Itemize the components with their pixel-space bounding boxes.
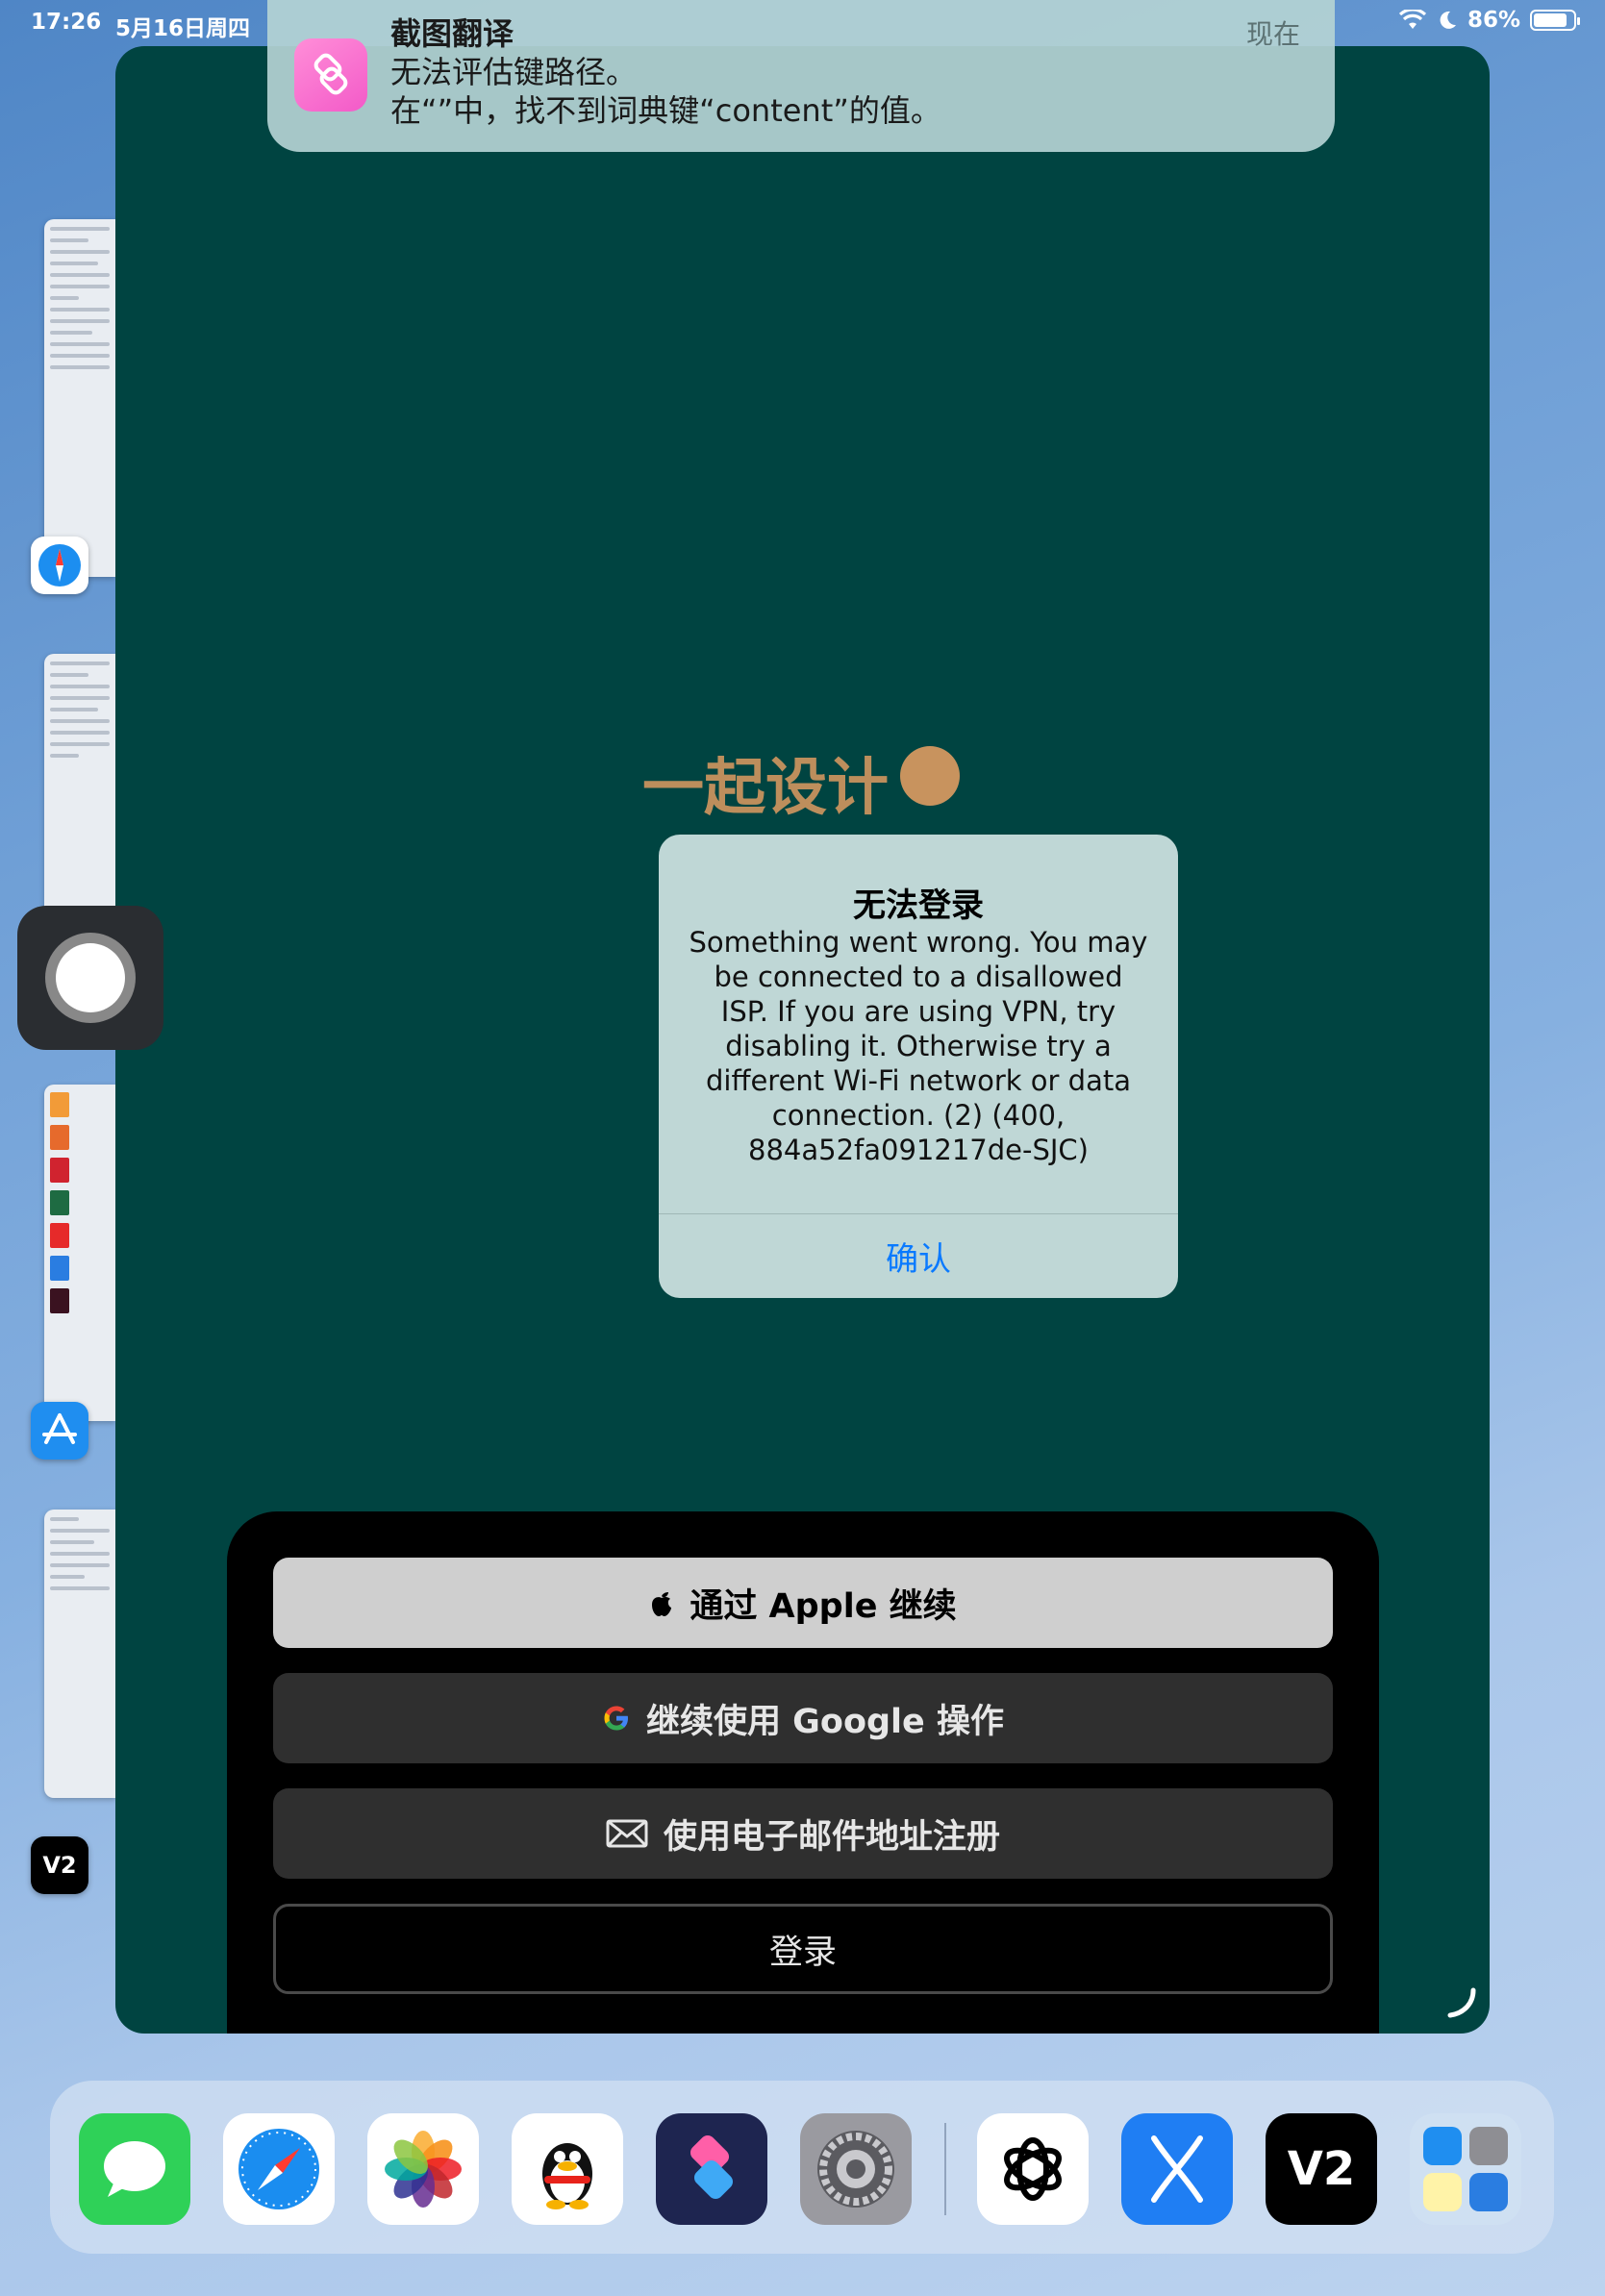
- photos-icon[interactable]: [367, 2113, 479, 2225]
- auth-sheet: 通过 Apple 继续 继续使用 Google 操作 使用电子邮件地址注册 登录: [227, 1511, 1379, 2034]
- continue-with-apple-button[interactable]: 通过 Apple 继续: [273, 1558, 1333, 1648]
- login-error-alert: 无法登录 Something went wrong. You may be co…: [659, 835, 1178, 1298]
- app-store-icon[interactable]: [31, 1402, 88, 1460]
- notification-line-2: 在“”中，找不到词典键“content”的值。: [390, 92, 941, 129]
- dock: V2: [50, 2081, 1554, 2254]
- mail-icon: [606, 1819, 648, 1848]
- recent-app-thumbnail-settings[interactable]: [44, 1510, 115, 1798]
- apple-button-label: 通过 Apple 继续: [690, 1586, 957, 1626]
- status-date: 5月16日周四: [115, 16, 251, 41]
- v2box-side-icon[interactable]: V2: [31, 1836, 88, 1894]
- notes-mini-icon: [1423, 2173, 1462, 2211]
- notification-banner[interactable]: 截图翻译 无法评估键路径。 在“”中，找不到词典键“content”的值。 现在: [267, 0, 1335, 152]
- alert-title: 无法登录: [853, 886, 984, 925]
- google-button-label: 继续使用 Google 操作: [646, 1702, 1004, 1741]
- status-right: 86%: [1398, 8, 1580, 33]
- register-with-email-button[interactable]: 使用电子邮件地址注册: [273, 1788, 1333, 1879]
- dock-separator: [944, 2123, 946, 2215]
- window-resize-handle-icon[interactable]: [1444, 1986, 1479, 2021]
- continue-with-google-button[interactable]: 继续使用 Google 操作: [273, 1673, 1333, 1763]
- brand-logo-text: 一起设计: [642, 753, 889, 824]
- settings-icon[interactable]: [800, 2113, 912, 2225]
- brand-dot: [900, 746, 960, 806]
- login-button[interactable]: 登录: [273, 1904, 1333, 1994]
- notification-time: 现在: [1245, 18, 1300, 50]
- alert-confirm-button[interactable]: 确认: [659, 1213, 1178, 1298]
- qq-icon[interactable]: [512, 2113, 623, 2225]
- apple-icon: [652, 1592, 672, 1616]
- recent-app-thumbnail-safari[interactable]: [44, 219, 115, 577]
- status-time: 17:26: [31, 10, 102, 35]
- settings-mini-icon: [1469, 2127, 1508, 2165]
- x-app-icon[interactable]: [1121, 2113, 1233, 2225]
- messages-icon[interactable]: [79, 2113, 190, 2225]
- recent-app-thumbnail-app-store[interactable]: [44, 1085, 115, 1421]
- recent-app-thumbnail-notes[interactable]: [44, 654, 115, 933]
- moon-icon: [1440, 11, 1456, 29]
- freeform-mini-icon: [1469, 2173, 1508, 2211]
- v2box-icon[interactable]: V2: [1266, 2113, 1377, 2225]
- google-icon: [604, 1706, 628, 1731]
- email-button-label: 使用电子邮件地址注册: [663, 1817, 1000, 1857]
- app-window: 一起设计 无法登录 Something went wrong. You may …: [115, 46, 1490, 2034]
- battery-percent: 86%: [1467, 8, 1520, 33]
- safari-dock-icon[interactable]: [223, 2113, 335, 2225]
- shortcuts-dock-icon[interactable]: [656, 2113, 767, 2225]
- app-library-icon[interactable]: [1410, 2113, 1521, 2225]
- battery-icon: [1530, 10, 1580, 31]
- wifi-icon: [1398, 10, 1427, 29]
- shortcuts-app-icon: [294, 38, 367, 112]
- chatgpt-icon[interactable]: [977, 2113, 1089, 2225]
- assistive-touch-button[interactable]: [17, 906, 163, 1050]
- alert-message: Something went wrong. You may be connect…: [689, 926, 1148, 1166]
- app-store-mini-icon: [1423, 2127, 1462, 2165]
- safari-icon[interactable]: [31, 537, 88, 594]
